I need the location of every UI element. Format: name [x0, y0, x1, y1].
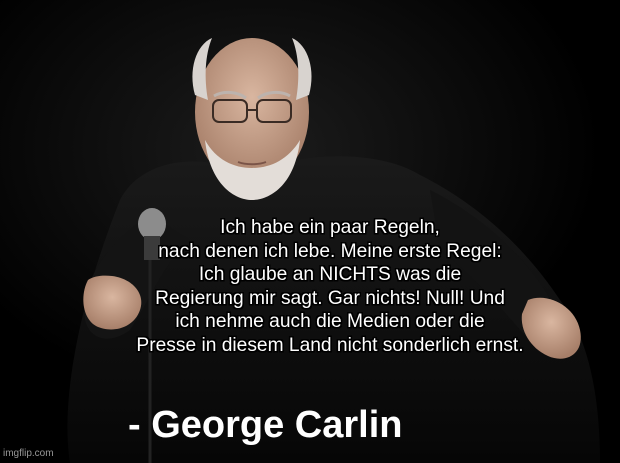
- meme-image: Ich habe ein paar Regeln, nach denen ich…: [0, 0, 620, 463]
- quote-text: Ich habe ein paar Regeln, nach denen ich…: [136, 217, 524, 356]
- attribution-text: - George Carlin: [128, 404, 403, 446]
- watermark-text: imgflip.com: [3, 448, 54, 459]
